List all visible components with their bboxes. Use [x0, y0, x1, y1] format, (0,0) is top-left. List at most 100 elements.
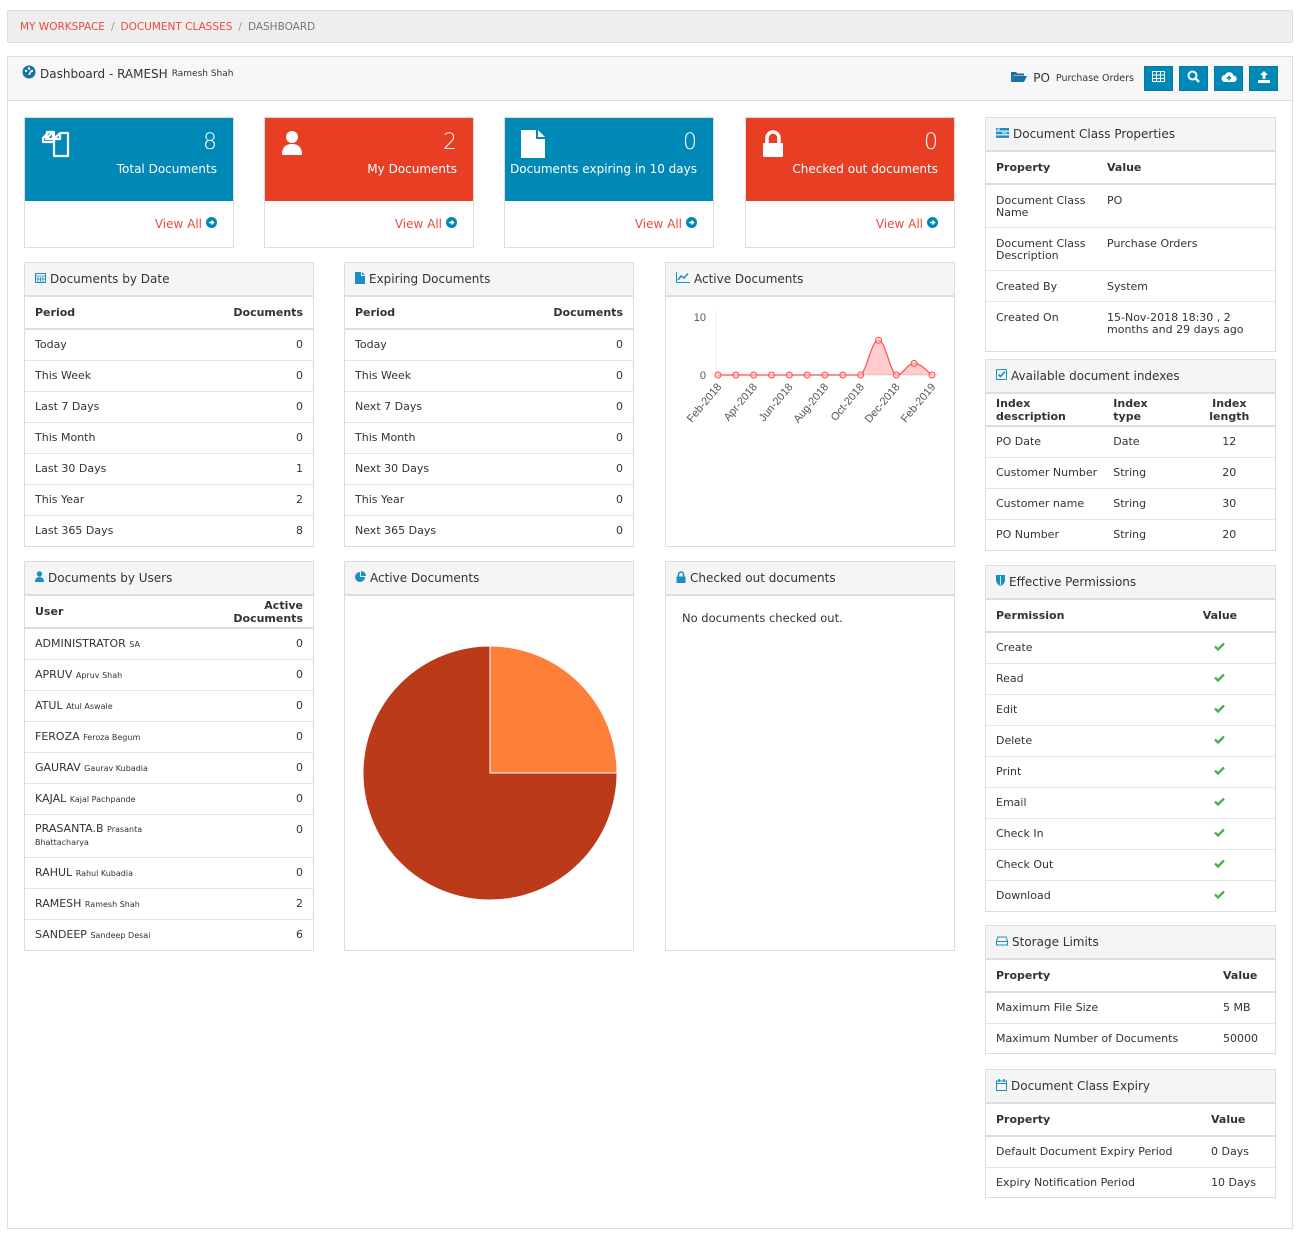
user-row: PRASANTA.B Prasanta Bhattacharya 0 [25, 814, 313, 858]
view-all-link[interactable]: View All [395, 217, 457, 231]
permission-name: Check In [986, 818, 1165, 850]
data-point [803, 371, 811, 379]
tile-expiring-documents: 0 Documents expiring in 10 days View All [504, 117, 714, 248]
document-class-expiry-panel: Document Class Expiry Property Value Def… [985, 1069, 1276, 1198]
user-icon [281, 130, 303, 159]
table-cell: 30 [1183, 488, 1275, 520]
panel-title: Available document indexes [1011, 369, 1180, 383]
grid-view-button[interactable] [1144, 65, 1173, 91]
table-cell: 50000 [1223, 1032, 1258, 1046]
tile-total-documents: 8 Total Documents View All [24, 117, 234, 248]
table-row: Created On 15-Nov-2018 18:30 , 2 months a… [986, 302, 1275, 345]
x-tick-label: Feb-2019 [899, 381, 938, 425]
panel-title: Documents by Date [50, 272, 170, 286]
search-icon [1187, 70, 1200, 86]
check-icon [1214, 734, 1226, 747]
panel-title: Document Class Properties [1013, 127, 1176, 141]
arrow-circle-right-icon [686, 217, 697, 231]
table-row: This Week 0 [25, 360, 313, 392]
user-full-name: Feroza Begum [83, 733, 141, 742]
table-cell: Last 365 Days [35, 524, 114, 538]
dashboard-icon [22, 65, 36, 82]
series-area [718, 340, 932, 375]
permission-row: Delete [986, 725, 1275, 757]
user-full-name: Kajal Pachpande [69, 795, 136, 804]
user-row: FEROZA Feroza Begum 0 [25, 721, 313, 753]
breadcrumb-my-workspace[interactable]: MY WORKSPACE [20, 21, 105, 33]
username: APRUV [35, 668, 73, 681]
user-full-name: SA [129, 640, 140, 650]
column-header: Period [345, 297, 498, 330]
user-full-name: Atul Aswale [66, 702, 113, 711]
user-full-name: Gaurav Kubadia [84, 764, 148, 773]
table-row: Last 30 Days 1 [25, 453, 313, 485]
permission-name: Download [996, 889, 1051, 903]
table-row: Document Class Name PO [986, 184, 1275, 228]
table-cell: Default Document Expiry Period [986, 1136, 1201, 1168]
panel-header: Document Class Expiry [986, 1070, 1275, 1104]
pie-slice-ramesh[interactable] [489, 645, 618, 774]
view-all-label: View All [394, 217, 442, 231]
upload-button[interactable] [1249, 65, 1278, 91]
table-cell: Purchase Orders [1097, 227, 1275, 271]
active-documents-count: 0 [191, 857, 313, 889]
breadcrumb-dashboard: DASHBOARD [247, 20, 316, 33]
table-cell: Last 7 Days [25, 391, 176, 423]
data-point [750, 371, 758, 379]
table-cell: This Week [25, 360, 176, 392]
active-documents-count: 0 [191, 752, 313, 784]
table-cell: Maximum File Size [986, 992, 1213, 1024]
breadcrumb: MY WORKSPACE / DOCUMENT CLASSES / DASHBO… [7, 10, 1293, 43]
x-tick-label: Jun-2018 [757, 381, 796, 424]
table-cell: Next 365 Days [355, 524, 437, 538]
table-cell: This Year [345, 484, 498, 516]
data-point [857, 371, 865, 379]
tile-header: 0 Checked out documents [746, 118, 954, 201]
shield-icon [996, 575, 1005, 589]
table-cell: 5 MB [1213, 992, 1275, 1024]
table-cell: 0 [497, 453, 633, 485]
user-row: KAJAL Kajal Pachpande 0 [25, 783, 313, 815]
table-cell: Next 30 Days [345, 453, 498, 485]
breadcrumb-document-classes[interactable]: DOCUMENT CLASSES [120, 21, 232, 33]
view-all-link[interactable]: View All [635, 217, 697, 231]
permission-row: Check Out [986, 849, 1275, 881]
panel-header: Storage Limits [986, 926, 1275, 960]
search-button[interactable] [1179, 65, 1208, 91]
permission-row: Email [986, 787, 1275, 819]
table-cell: String [1107, 488, 1184, 520]
table-cell: PO Date [986, 426, 1108, 458]
tile-my-documents: 2 My Documents View All [264, 117, 474, 248]
view-all-label: View All [875, 217, 923, 231]
view-all-label: View All [154, 217, 202, 231]
panel-title: Documents by Users [48, 571, 173, 585]
calendar-icon [35, 272, 46, 286]
table-row: Last 365 Days 8 [25, 515, 313, 546]
lock-icon [762, 130, 784, 161]
column-header: Documents [497, 297, 633, 330]
permission-name: Edit [986, 694, 1165, 726]
panel-header: Active Documents [666, 263, 954, 297]
line-chart-icon [676, 272, 690, 286]
user-row: APRUV Apruv Shah 0 [25, 659, 313, 691]
column-header: Property [986, 960, 1213, 993]
view-all-link[interactable]: View All [876, 217, 938, 231]
user-cell: PRASANTA.B Prasanta Bhattacharya [25, 814, 192, 858]
table-row: PO Date Date 12 [986, 426, 1275, 458]
table-cell: 12 [1183, 426, 1275, 458]
column-header: Value [1097, 152, 1275, 185]
view-all-link[interactable]: View All [155, 217, 217, 231]
panel-title: Effective Permissions [1009, 575, 1137, 589]
user-row: ADMINISTRATOR SA 0 [25, 628, 313, 660]
documents-by-date-table: Period Documents Today 0 This Week 0 Last 7 … [25, 297, 313, 546]
cloud-upload-button[interactable] [1214, 65, 1243, 91]
permission-name: Delete [986, 725, 1165, 757]
storage-limits-panel: Storage Limits Property Value Maximum Fi… [985, 925, 1276, 1054]
panel-header: Active Documents [345, 562, 633, 596]
table-cell: This Month [345, 422, 498, 454]
storage-limits-table: Property Value Maximum File Size 5 MB Maxi… [986, 960, 1275, 1054]
class-code: PO [1033, 71, 1050, 85]
table-cell: Document Class Name [986, 184, 1097, 228]
x-tick-label: Feb-2018 [685, 381, 724, 425]
table-cell: 20 [1222, 528, 1237, 542]
